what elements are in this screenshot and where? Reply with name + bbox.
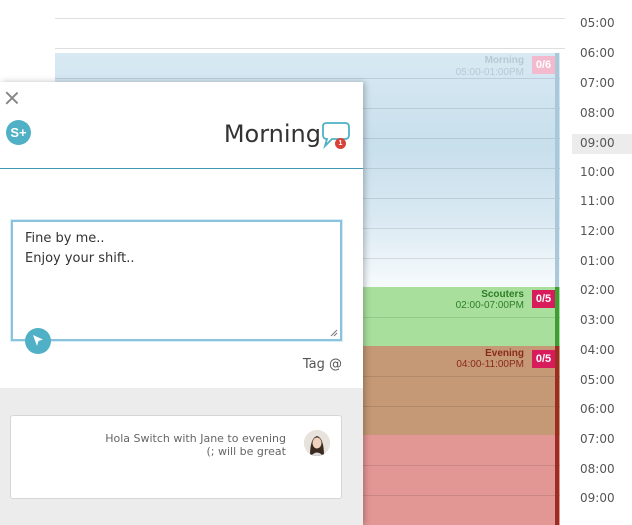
shift-edge-evening bbox=[555, 346, 559, 525]
time-label: 06:00 bbox=[580, 46, 615, 60]
time-label: 11:00 bbox=[580, 194, 615, 208]
shift-badge-morning: 0/6 bbox=[532, 56, 555, 74]
hour-line bbox=[55, 18, 565, 19]
shift-badge-evening: 0/5 bbox=[532, 350, 555, 368]
shift-badge-scouters: 0/5 bbox=[532, 290, 555, 308]
shift-time-morning: 05:00-01:00PM bbox=[455, 67, 524, 78]
shift-name-evening: Evening bbox=[485, 348, 524, 359]
time-label: 02:00 bbox=[580, 283, 615, 297]
shift-name-morning: Morning bbox=[484, 55, 524, 66]
s-plus-button[interactable]: S+ bbox=[6, 120, 31, 145]
time-label: 05:00 bbox=[580, 373, 615, 387]
time-label: 04:00 bbox=[580, 343, 615, 357]
shift-edge-morning bbox=[555, 53, 559, 288]
time-label: 09:00 bbox=[580, 491, 615, 505]
time-label: 05:00 bbox=[580, 16, 615, 30]
message-line: Enjoy your shift.. bbox=[25, 251, 135, 266]
time-label: 08:00 bbox=[580, 462, 615, 476]
time-label: 08:00 bbox=[580, 106, 615, 120]
close-icon[interactable] bbox=[4, 90, 20, 106]
shift-name-scouters: Scouters bbox=[481, 289, 524, 300]
time-label: 01:00 bbox=[580, 254, 615, 268]
time-label: 07:00 bbox=[580, 432, 615, 446]
hour-line bbox=[55, 78, 560, 79]
shift-time-evening: 04:00-11:00PM bbox=[456, 359, 524, 370]
comment-card: Hola Switch with Jane to evening (; will… bbox=[10, 415, 342, 499]
comment-line: (; will be great bbox=[206, 445, 287, 458]
resize-grip-icon[interactable] bbox=[330, 329, 338, 337]
time-label: 10:00 bbox=[580, 165, 615, 179]
pointer-icon bbox=[33, 335, 43, 346]
shift-edge-scouters bbox=[555, 287, 559, 347]
time-label: 06:00 bbox=[580, 402, 615, 416]
message-textarea[interactable]: Fine by me.. Enjoy your shift.. bbox=[11, 220, 342, 341]
time-label: 03:00 bbox=[580, 313, 615, 327]
user-avatar-icon bbox=[304, 430, 330, 456]
send-button[interactable] bbox=[25, 328, 51, 354]
tag-link[interactable]: Tag @ bbox=[303, 357, 342, 372]
time-label-current: 09:00 bbox=[572, 134, 632, 154]
comment-line: Hola Switch with Jane to evening bbox=[105, 432, 286, 445]
chat-count-badge: 1 bbox=[335, 138, 346, 149]
comment-text: Hola Switch with Jane to evening (; will… bbox=[46, 432, 286, 458]
shift-time-scouters: 02:00-07:00PM bbox=[455, 300, 524, 311]
avatar[interactable] bbox=[304, 430, 330, 456]
panel-title: Morning bbox=[223, 120, 321, 148]
shift-detail-panel: S+ Morning 1 Fine by me.. Enjoy your shi… bbox=[0, 82, 363, 525]
hour-line bbox=[55, 48, 565, 49]
time-label: 07:00 bbox=[580, 76, 615, 90]
time-label: 12:00 bbox=[580, 224, 615, 238]
message-line: Fine by me.. bbox=[25, 231, 105, 246]
title-divider bbox=[0, 168, 363, 169]
